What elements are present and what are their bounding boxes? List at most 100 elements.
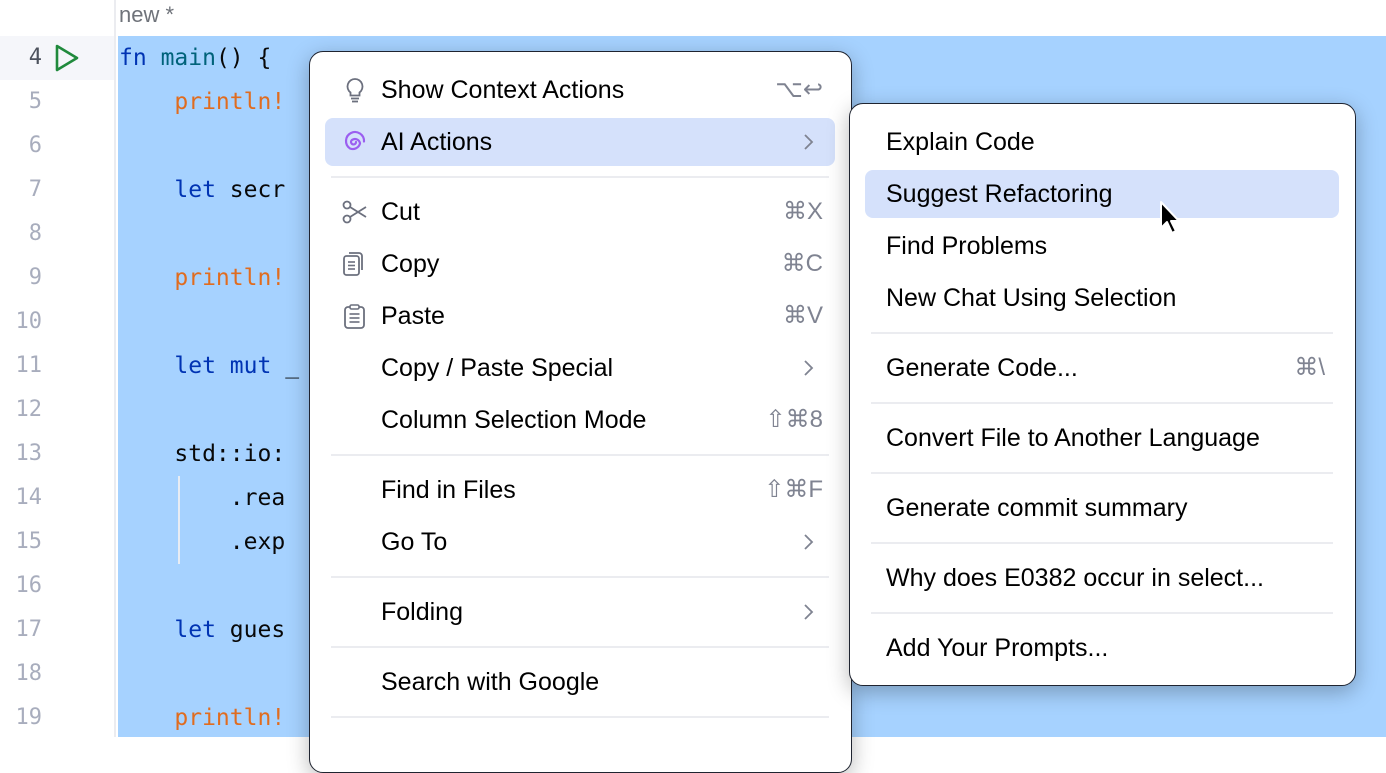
- menu-separator: [331, 176, 829, 178]
- file-tab-title[interactable]: new *: [119, 0, 174, 32]
- menu-item-label: AI Actions: [381, 128, 493, 156]
- ai-spiral-icon: [344, 130, 366, 151]
- menu-item-folding[interactable]: Folding: [325, 588, 835, 636]
- line-number: 12: [15, 397, 43, 422]
- menu-item-label: Why does E0382 occur in select...: [886, 564, 1264, 592]
- menu-item-cut[interactable]: Cut ⌘X: [325, 188, 835, 236]
- context-menu: Show Context Actions ⌥↩ AI Actions Cut ⌘…: [309, 51, 852, 773]
- chevron-right-icon: [804, 134, 814, 150]
- keyword-token: fn: [119, 45, 147, 71]
- submenu-item-new-chat-using-selection[interactable]: New Chat Using Selection: [865, 274, 1339, 322]
- line-number: 15: [15, 529, 43, 554]
- menu-item-label: Generate commit summary: [886, 494, 1188, 522]
- menu-item-label: New Chat Using Selection: [886, 284, 1177, 312]
- menu-separator: [871, 472, 1333, 474]
- line-number: 10: [15, 309, 43, 334]
- code-token: secr: [215, 177, 286, 203]
- code-line[interactable]: .exp: [119, 520, 285, 564]
- menu-separator: [871, 542, 1333, 544]
- menu-item-search-with-google[interactable]: Search with Google: [325, 658, 835, 706]
- code-line[interactable]: .rea: [119, 476, 285, 520]
- copy-icon: [343, 252, 363, 276]
- menu-item-label: Show Context Actions: [381, 76, 625, 104]
- run-icon[interactable]: [53, 43, 81, 73]
- menu-item-column-selection-mode[interactable]: Column Selection Mode ⇧⌘8: [325, 396, 835, 444]
- menu-item-ai-actions[interactable]: AI Actions: [325, 118, 835, 166]
- line-number: 19: [15, 705, 43, 730]
- menu-separator: [331, 716, 829, 718]
- menu-item-label: Copy / Paste Special: [381, 354, 614, 382]
- shortcut-label: ⌘X: [782, 198, 823, 225]
- code-line[interactable]: std::io:: [119, 432, 285, 476]
- line-number: 8: [28, 221, 42, 246]
- function-token: main: [160, 45, 216, 71]
- submenu-item-generate-code[interactable]: Generate Code... ⌘\: [865, 344, 1339, 392]
- menu-item-copy[interactable]: Copy ⌘C: [325, 240, 835, 288]
- code-line[interactable]: let secr: [119, 168, 285, 212]
- clipboard-icon: [344, 304, 365, 329]
- submenu-item-explain-code[interactable]: Explain Code: [865, 118, 1339, 166]
- code-token: .exp: [119, 529, 286, 555]
- code-line[interactable]: println!: [119, 256, 285, 300]
- menu-item-label: Paste: [381, 302, 445, 330]
- code-line[interactable]: fn main() {: [119, 36, 271, 80]
- macro-token: println!: [174, 89, 286, 115]
- menu-item-label: Copy: [381, 250, 440, 278]
- shortcut-label: ⌘V: [782, 302, 823, 329]
- code-line[interactable]: let mut _: [119, 344, 299, 388]
- submenu-item-find-problems[interactable]: Find Problems: [865, 222, 1339, 270]
- shortcut-label: ⌘\: [1294, 354, 1325, 381]
- menu-item-find-in-files[interactable]: Find in Files ⇧⌘F: [325, 466, 835, 514]
- lightbulb-icon: [346, 78, 364, 103]
- menu-item-paste[interactable]: Paste ⌘V: [325, 292, 835, 340]
- shortcut-label: ⌥↩: [775, 76, 823, 103]
- line-number: 13: [15, 441, 43, 466]
- menu-item-copy-paste-special[interactable]: Copy / Paste Special: [325, 344, 835, 392]
- line-number: 14: [15, 485, 43, 510]
- line-number: 11: [15, 353, 43, 378]
- code-token: _: [271, 353, 300, 379]
- menu-item-label: Add Your Prompts...: [886, 634, 1109, 662]
- menu-separator: [871, 612, 1333, 614]
- scissors-icon: [342, 200, 367, 224]
- menu-separator: [331, 576, 829, 578]
- line-number: 16: [15, 573, 43, 598]
- submenu-item-why-error[interactable]: Why does E0382 occur in select...: [865, 554, 1339, 602]
- menu-item-label: Folding: [381, 598, 463, 626]
- submenu-item-generate-commit-summary[interactable]: Generate commit summary: [865, 484, 1339, 532]
- menu-item-show-context-actions[interactable]: Show Context Actions ⌥↩: [325, 66, 835, 114]
- line-number: 4: [28, 45, 42, 70]
- keyword-token: let: [174, 353, 216, 379]
- shortcut-label: ⌘C: [781, 250, 823, 277]
- submenu-item-add-your-prompts[interactable]: Add Your Prompts...: [865, 624, 1339, 672]
- menu-item-label: Go To: [381, 528, 448, 556]
- code-line[interactable]: println!: [119, 696, 285, 740]
- keyword-token: let: [174, 617, 216, 643]
- menu-separator: [871, 402, 1333, 404]
- code-line[interactable]: println!: [119, 80, 285, 124]
- menu-separator: [331, 454, 829, 456]
- chevron-right-icon: [804, 604, 814, 620]
- line-number: 7: [28, 177, 42, 202]
- submenu-item-convert-file[interactable]: Convert File to Another Language: [865, 414, 1339, 462]
- line-number: 18: [15, 661, 43, 686]
- code-token: std::io:: [119, 441, 286, 467]
- keyword-token: mut: [229, 353, 272, 379]
- macro-token: println!: [174, 705, 286, 731]
- shortcut-label: ⇧⌘F: [764, 476, 823, 503]
- menu-item-label: Find Problems: [886, 232, 1048, 260]
- submenu-item-suggest-refactoring[interactable]: Suggest Refactoring: [865, 170, 1339, 218]
- menu-item-label: Convert File to Another Language: [886, 424, 1260, 452]
- code-token: gues: [215, 617, 286, 643]
- line-number: 9: [28, 265, 42, 290]
- ai-actions-submenu: Explain Code Suggest Refactoring Find Pr…: [849, 103, 1356, 686]
- code-line[interactable]: let gues: [119, 608, 285, 652]
- menu-separator: [331, 646, 829, 648]
- chevron-right-icon: [804, 360, 814, 376]
- macro-token: println!: [174, 265, 286, 291]
- menu-item-go-to[interactable]: Go To: [325, 518, 835, 566]
